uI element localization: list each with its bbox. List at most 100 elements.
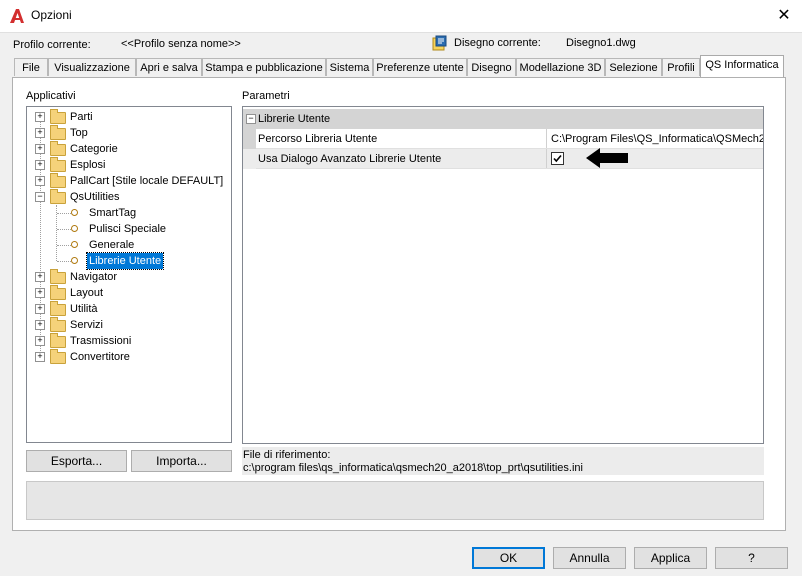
folder-icon — [50, 317, 66, 332]
tree-item-utilita[interactable]: + Utilità — [35, 301, 225, 317]
checkmark-icon — [553, 154, 562, 163]
tree-item-label: Trasmissioni — [70, 335, 132, 347]
option-node-icon — [71, 257, 78, 264]
tree-connector — [57, 245, 71, 246]
help-button[interactable]: ? — [715, 547, 788, 569]
collapse-icon[interactable]: − — [246, 114, 256, 124]
applicativi-header: Applicativi — [26, 90, 76, 102]
param-value-path[interactable]: C:\Program Files\QS_Informatica\QSMech20 — [551, 129, 763, 149]
autocad-app-icon — [10, 9, 24, 23]
folder-icon — [50, 109, 66, 124]
tree-connector — [57, 213, 71, 214]
tab-preferenze-utente[interactable]: Preferenze utente — [373, 58, 467, 76]
section-title: Librerie Utente — [258, 113, 331, 125]
expand-icon[interactable]: + — [35, 304, 45, 314]
close-icon[interactable]: ✕ — [766, 0, 802, 31]
tree-item-label: QsUtilities — [70, 191, 120, 203]
folder-icon — [50, 189, 66, 204]
tree-item-label: Convertitore — [70, 351, 130, 363]
tab-qs-informatica[interactable]: QS Informatica — [700, 55, 784, 77]
tree-item-pallcart[interactable]: + PallCart [Stile locale DEFAULT] — [35, 173, 230, 189]
description-box — [26, 481, 764, 520]
reference-file-path: c:\program files\qs_informatica\qsmech20… — [243, 462, 583, 474]
tree-item-smarttag[interactable]: SmartTag — [71, 205, 221, 221]
folder-icon — [50, 125, 66, 140]
tab-apri-e-salva[interactable]: Apri e salva — [136, 58, 202, 76]
reference-file-label: File di riferimento: — [243, 449, 331, 461]
tree-item-navigator[interactable]: + Navigator — [35, 269, 225, 285]
tab-modellazione-3d[interactable]: Modellazione 3D — [516, 58, 605, 76]
tree-item-categorie[interactable]: + Categorie — [35, 141, 225, 157]
option-node-icon — [71, 241, 78, 248]
expand-icon[interactable]: + — [35, 128, 45, 138]
tree-item-librerie-utente[interactable]: Librerie Utente — [71, 252, 221, 270]
profile-label: Profilo corrente: — [13, 39, 91, 51]
expand-icon[interactable]: + — [35, 320, 45, 330]
applicativi-tree[interactable]: + Parti + Top + Categorie + Esplosi + Pa… — [26, 106, 232, 443]
reference-file-box: File di riferimento: c:\program files\qs… — [242, 447, 764, 475]
tree-connector — [57, 261, 71, 262]
tab-stampa-e-pubblicazione[interactable]: Stampa e pubblicazione — [202, 58, 326, 76]
expand-icon[interactable]: + — [35, 112, 45, 122]
tree-item-label: Utilità — [70, 303, 98, 315]
tab-strip: File Visualizzazione Apri e salva Stampa… — [12, 55, 786, 77]
tree-item-label: Generale — [89, 239, 135, 251]
export-button[interactable]: Esporta... — [26, 450, 127, 472]
expand-icon[interactable]: + — [35, 160, 45, 170]
collapse-icon[interactable]: − — [35, 192, 45, 202]
tree-item-label: PallCart [Stile locale DEFAULT] — [70, 175, 224, 187]
folder-icon — [50, 333, 66, 348]
tab-selezione[interactable]: Selezione — [605, 58, 662, 76]
tree-item-servizi[interactable]: + Servizi — [35, 317, 225, 333]
param-name: Percorso Libreria Utente — [258, 133, 378, 145]
param-row-dialogo-avanzato[interactable]: Usa Dialogo Avanzato Librerie Utente — [243, 149, 763, 169]
tab-visualizzazione[interactable]: Visualizzazione — [48, 58, 136, 76]
folder-icon — [50, 269, 66, 284]
tree-item-label: Top — [70, 127, 88, 139]
folder-icon — [50, 141, 66, 156]
ok-button[interactable]: OK — [472, 547, 545, 569]
cancel-button[interactable]: Annulla — [553, 547, 626, 569]
tree-item-qsutilities[interactable]: − QsUtilities — [35, 189, 225, 205]
tree-item-label: SmartTag — [89, 207, 137, 219]
parametri-grid[interactable]: − Librerie Utente Percorso Libreria Uten… — [242, 106, 764, 444]
expand-icon[interactable]: + — [35, 336, 45, 346]
profile-value: <<Profilo senza nome>> — [121, 38, 241, 50]
expand-icon[interactable]: + — [35, 144, 45, 154]
expand-icon[interactable]: + — [35, 176, 45, 186]
tab-file[interactable]: File — [14, 58, 48, 76]
tree-item-convertitore[interactable]: + Convertitore — [35, 349, 225, 365]
section-header-row[interactable]: − Librerie Utente — [243, 109, 763, 129]
tree-item-top[interactable]: + Top — [35, 125, 225, 141]
folder-icon — [50, 285, 66, 300]
pointer-arrow-icon — [586, 148, 628, 168]
title-bar: Opzioni ✕ — [0, 0, 802, 33]
tab-sistema[interactable]: Sistema — [326, 58, 373, 76]
apply-button[interactable]: Applica — [634, 547, 707, 569]
tab-disegno[interactable]: Disegno — [467, 58, 516, 76]
tree-item-trasmissioni[interactable]: + Trasmissioni — [35, 333, 225, 349]
dialog-avanzato-checkbox[interactable] — [551, 152, 564, 165]
expand-icon[interactable]: + — [35, 272, 45, 282]
tree-item-label: Esplosi — [70, 159, 106, 171]
expand-icon[interactable]: + — [35, 288, 45, 298]
parametri-header: Parametri — [242, 90, 290, 102]
folder-icon — [50, 301, 66, 316]
window-title: Opzioni — [31, 8, 72, 22]
tree-item-generale[interactable]: Generale — [71, 237, 221, 253]
param-row-percorso[interactable]: Percorso Libreria Utente C:\Program File… — [243, 129, 763, 169]
tree-item-pulisci-speciale[interactable]: Pulisci Speciale — [71, 221, 221, 237]
option-node-icon — [71, 209, 78, 216]
expand-icon[interactable]: + — [35, 352, 45, 362]
folder-icon — [50, 349, 66, 364]
param-name: Usa Dialogo Avanzato Librerie Utente — [258, 153, 442, 165]
tree-item-parti[interactable]: + Parti — [35, 109, 225, 125]
grid-divider — [546, 129, 547, 149]
import-button[interactable]: Importa... — [131, 450, 232, 472]
tree-item-label: Navigator — [70, 271, 118, 283]
tree-item-esplosi[interactable]: + Esplosi — [35, 157, 225, 173]
tab-profili[interactable]: Profili — [662, 58, 700, 76]
drawing-icon — [432, 35, 447, 51]
tree-item-label: Categorie — [70, 143, 118, 155]
tree-item-layout[interactable]: + Layout — [35, 285, 225, 301]
